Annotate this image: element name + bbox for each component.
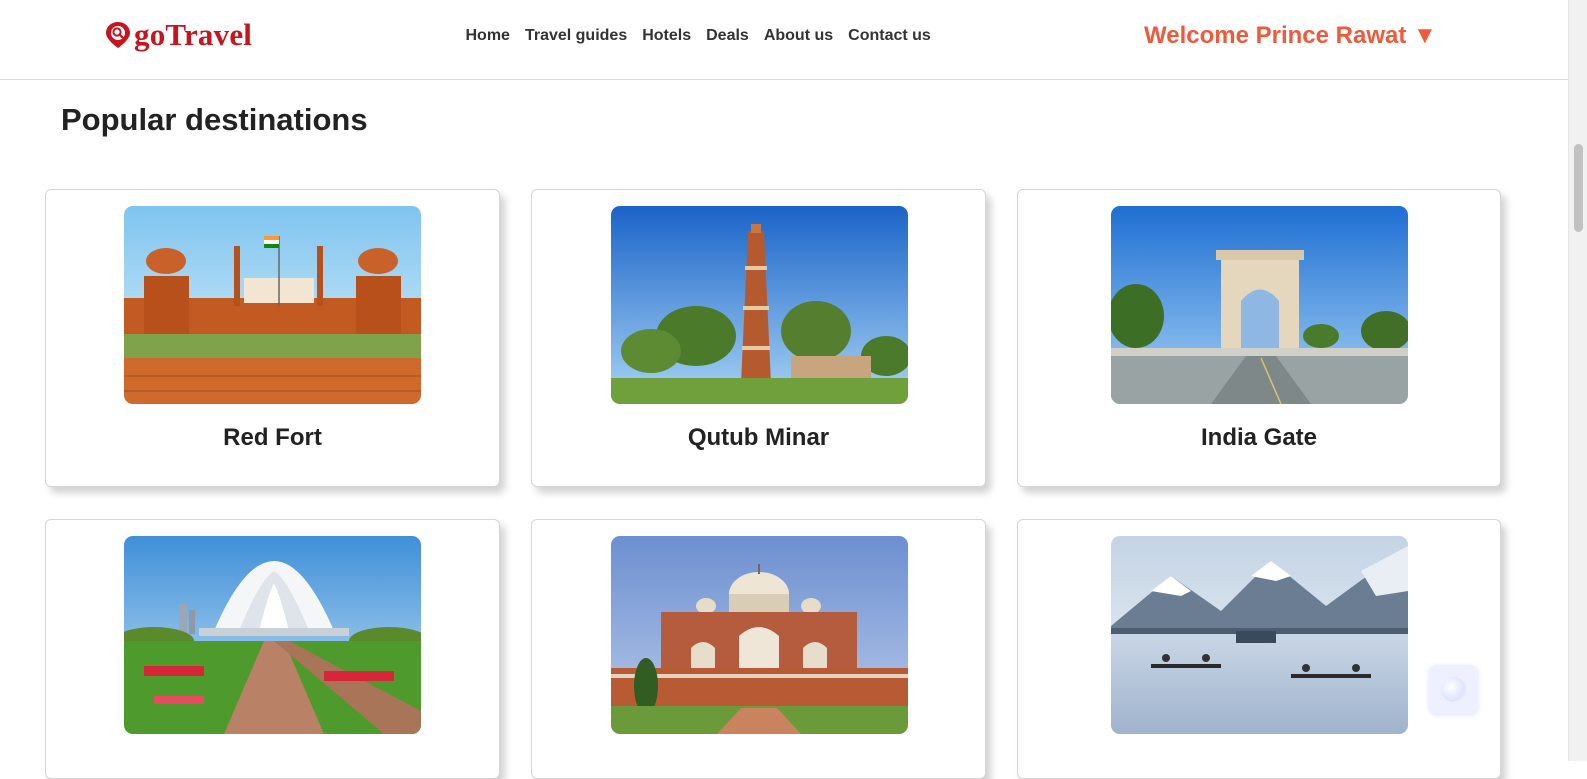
page-title: Popular destinations — [61, 102, 368, 137]
destination-name: Red Fort — [223, 424, 322, 451]
nav-home[interactable]: Home — [458, 27, 517, 45]
destination-name: India Gate — [1200, 424, 1318, 451]
nav-travel-guides[interactable]: Travel guides — [517, 27, 634, 45]
chat-bubble-icon[interactable] — [1429, 665, 1478, 714]
page-scrollbar[interactable] — [1568, 0, 1587, 761]
destination-image — [124, 536, 421, 734]
main-nav: Home Travel guides Hotels Deals About us… — [458, 27, 938, 45]
nav-about-us[interactable]: About us — [756, 27, 840, 45]
destination-card-5[interactable] — [531, 519, 986, 779]
user-menu-dropdown[interactable]: Welcome Prince Rawat ▼ — [1144, 22, 1437, 50]
site-header: goTravel Home Travel guides Hotels Deals… — [0, 0, 1568, 80]
destination-image — [1111, 536, 1408, 734]
destination-card-red-fort[interactable]: Red Fort — [45, 189, 500, 487]
destination-card-4[interactable] — [45, 519, 500, 779]
nav-deals[interactable]: Deals — [699, 27, 757, 45]
chat-glow — [1441, 677, 1466, 702]
destination-name: Qutub Minar — [687, 424, 830, 451]
logo-text: goTravel — [134, 17, 253, 52]
destination-image — [124, 206, 421, 404]
destination-card-india-gate[interactable]: India Gate — [1017, 189, 1501, 487]
destination-card-6[interactable] — [1017, 519, 1501, 779]
logo[interactable]: goTravel — [104, 17, 252, 53]
map-pin-search-icon — [104, 20, 134, 50]
destination-image — [611, 206, 908, 404]
destination-image — [1111, 206, 1408, 404]
scroll-thumb[interactable] — [1574, 144, 1583, 232]
destination-image — [611, 536, 908, 734]
nav-hotels[interactable]: Hotels — [635, 27, 699, 45]
destination-card-qutub-minar[interactable]: Qutub Minar — [531, 189, 986, 487]
nav-contact-us[interactable]: Contact us — [841, 27, 939, 45]
